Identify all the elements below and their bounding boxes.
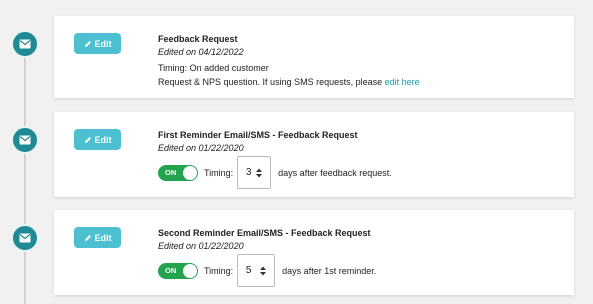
edited-date: Edited on 01/22/2020: [158, 241, 244, 251]
toggle-knob: [183, 263, 197, 278]
edit-button-label: Edit: [94, 134, 112, 145]
timing-text: Timing: On added customer: [158, 63, 269, 73]
step-description: Request & NPS question. If using SMS req…: [158, 77, 420, 87]
days-stepper[interactable]: 5: [237, 254, 276, 287]
workflow-timeline: Edit Feedback Request Edited on 04/12/20…: [0, 0, 593, 304]
days-suffix: days after 1st reminder.: [282, 265, 377, 276]
step-title: Second Reminder Email/SMS - Feedback Req…: [158, 228, 371, 238]
edit-button-label: Edit: [94, 232, 112, 243]
toggle-label: ON: [165, 265, 177, 275]
step-card-feedback-request: Edit Feedback Request Edited on 04/12/20…: [54, 16, 574, 98]
edit-button[interactable]: Edit: [74, 33, 121, 54]
pencil-icon: [84, 136, 91, 143]
timeline-connector: [24, 40, 26, 304]
days-stepper[interactable]: 3: [237, 156, 272, 189]
days-suffix: days after feedback request.: [278, 167, 392, 178]
description-text: Request & NPS question. If using SMS req…: [158, 77, 385, 87]
toggle-knob: [183, 165, 197, 180]
edit-here-link[interactable]: edit here: [385, 77, 420, 87]
envelope-icon: [11, 224, 39, 252]
step-card-second-reminder: Edit Second Reminder Email/SMS - Feedbac…: [54, 210, 574, 295]
timing-row: ON Timing: 3 days after feedback request…: [158, 156, 392, 189]
toggle-label: ON: [165, 167, 177, 177]
enable-toggle[interactable]: ON: [158, 262, 198, 279]
timing-row: ON Timing: 5 days after 1st reminder.: [158, 254, 376, 287]
edit-button[interactable]: Edit: [74, 129, 121, 150]
updown-arrow-icon: [256, 168, 263, 177]
edit-button-label: Edit: [94, 38, 112, 49]
pencil-icon: [84, 40, 91, 47]
edit-button[interactable]: Edit: [74, 227, 121, 248]
pencil-icon: [84, 234, 91, 241]
edited-date: Edited on 04/12/2022: [158, 47, 244, 57]
step-card-first-reminder: Edit First Reminder Email/SMS - Feedback…: [54, 112, 574, 197]
updown-arrow-icon: [260, 266, 267, 275]
envelope-icon: [11, 126, 39, 154]
edited-date: Edited on 01/22/2020: [158, 143, 244, 153]
envelope-icon: [11, 30, 39, 58]
step-title: Feedback Request: [158, 34, 238, 44]
enable-toggle[interactable]: ON: [158, 164, 198, 181]
timing-label: Timing:: [204, 265, 234, 276]
days-value: 3: [245, 167, 252, 178]
days-value: 5: [245, 265, 252, 276]
step-title: First Reminder Email/SMS - Feedback Requ…: [158, 130, 358, 140]
timing-label: Timing:: [204, 167, 234, 178]
